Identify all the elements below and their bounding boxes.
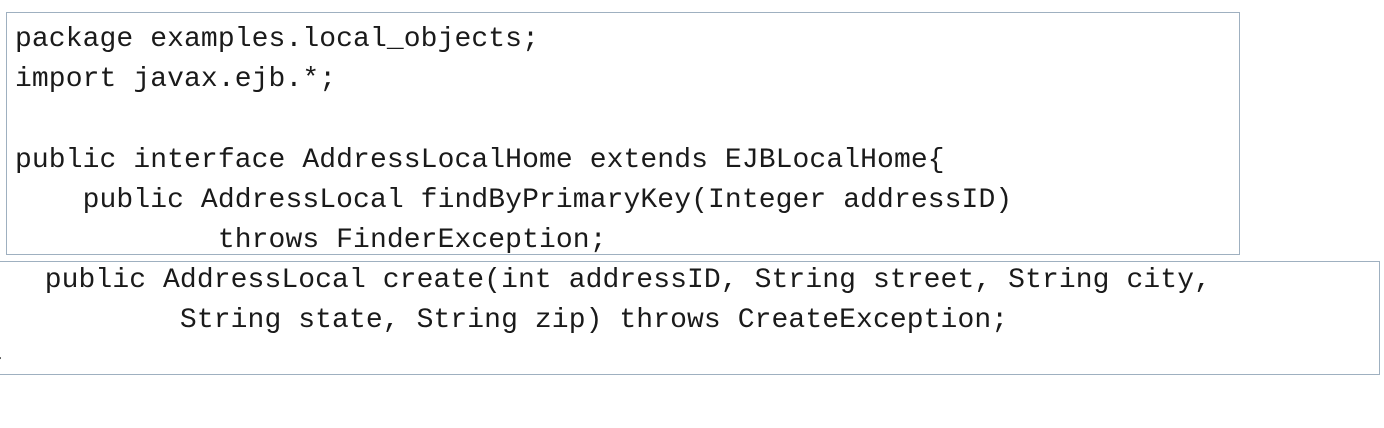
code-line: import javax.ejb.*;	[15, 64, 337, 95]
code-block-2: public AddressLocal create(int addressID…	[0, 261, 1380, 375]
code-line: }	[0, 339, 4, 374]
code-line: String state, String zip) throws CreateE…	[0, 305, 1009, 336]
code-line: public AddressLocal findByPrimaryKey(Int…	[15, 185, 1013, 216]
code-line: public AddressLocal create(int addressID…	[0, 265, 1211, 296]
code-block-1: package examples.local_objects; import j…	[6, 12, 1240, 255]
code-line: public interface AddressLocalHome extend…	[15, 145, 945, 176]
code-line: throws FinderException;	[15, 225, 607, 255]
code-line: package examples.local_objects;	[15, 24, 539, 55]
